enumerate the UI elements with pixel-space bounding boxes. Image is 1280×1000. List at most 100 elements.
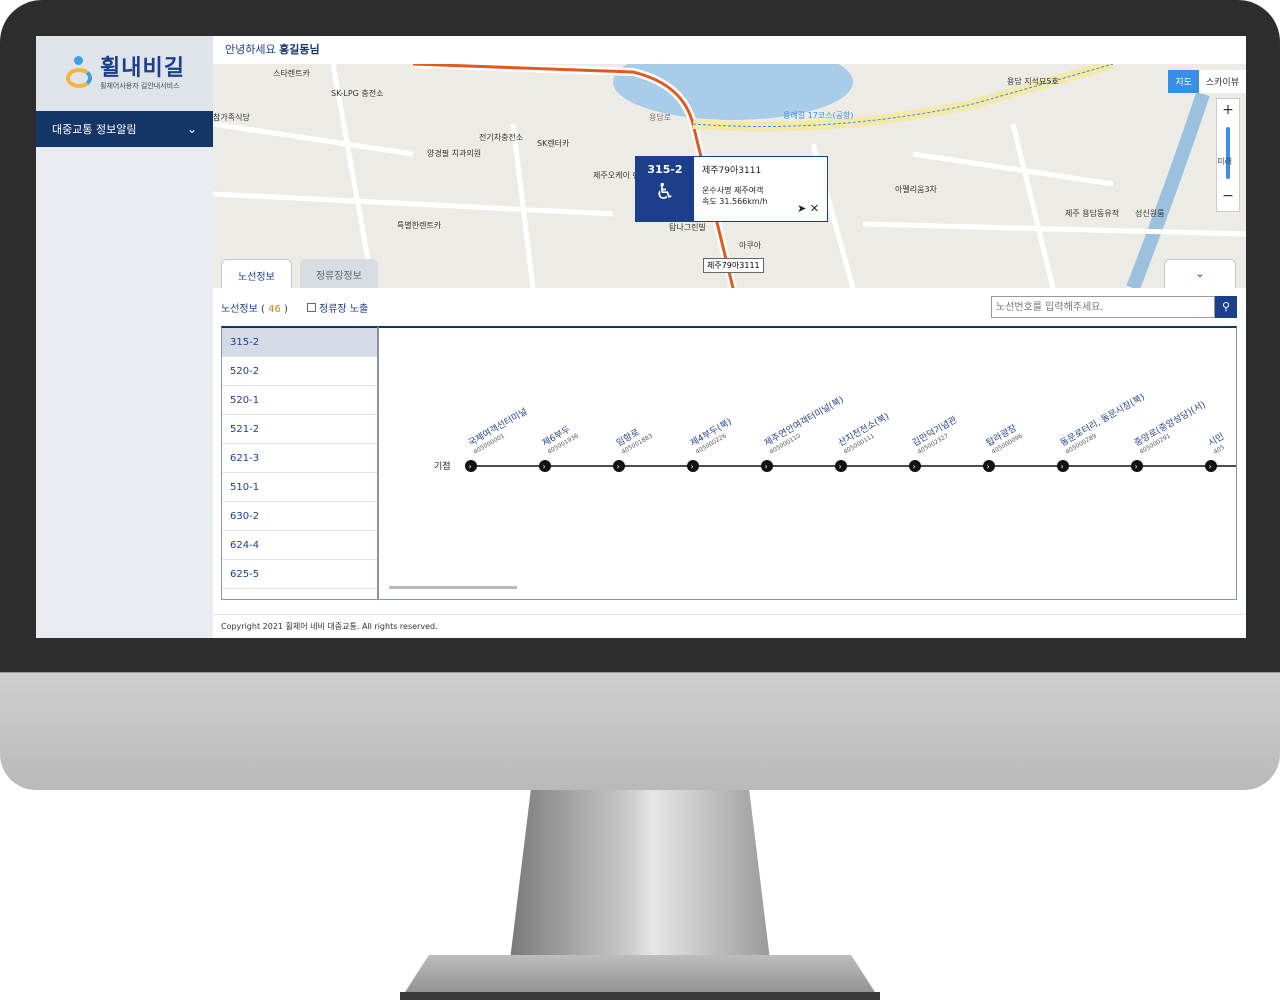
route-count: 46 — [268, 304, 281, 315]
chevron-down-icon: ⌄ — [186, 122, 197, 136]
stop-name: 제주연안여객터미널(북) — [762, 393, 846, 448]
logo-title: 휠내비길 — [100, 55, 185, 81]
arrow-right-icon: › — [1135, 462, 1138, 471]
map-label: 용담 지석묘5호 — [1007, 77, 1059, 86]
arrow-right-icon: › — [1209, 462, 1212, 471]
map-label: SK-LPG 충전소 — [331, 89, 384, 98]
zoom-slider[interactable] — [1226, 127, 1230, 179]
arrow-right-icon: › — [469, 462, 472, 471]
arrow-right-icon: › — [839, 462, 842, 471]
map-toggle-map[interactable]: 지도 — [1168, 70, 1199, 93]
map-label: 양경필 치과의원 — [427, 149, 482, 158]
route-list: 315-2 520-2 520-1 521-2 621-3 510-1 630-2 624-4… — [221, 326, 378, 600]
monitor-foot — [400, 992, 880, 1000]
zoom-in-button[interactable]: + — [1217, 99, 1239, 121]
map-label: 성신원룸 — [1135, 209, 1165, 218]
footer: Copyright 2021 휠체어 네비 대중교통. All rights r… — [213, 614, 1246, 638]
arrow-right-icon: › — [765, 462, 768, 471]
map-label: SK렌터카 — [537, 139, 570, 148]
map-toggle-skyview[interactable]: 스카이뷰 — [1198, 70, 1246, 93]
map-label: 아펠리움3차 — [895, 185, 937, 194]
start-label: 기점 — [434, 460, 451, 472]
map-label: 참가족식당 — [213, 113, 250, 122]
sidebar-item-label: 대중교통 정보알림 — [52, 123, 137, 136]
map-label: 용담로 — [649, 113, 672, 122]
arrow-right-icon: › — [543, 462, 546, 471]
main-content: 안녕하세요 홍길동님 스타렌트카 SK-LPG 충전소 참가족식당 전기차충전소… — [213, 36, 1246, 638]
arrow-right-icon: › — [913, 462, 916, 471]
stop-node[interactable]: ›김만덕기념관405002327 — [909, 414, 963, 472]
stop-node[interactable]: ›제주연안여객터미널(북)405000110 — [761, 393, 850, 472]
stop-node[interactable]: ›임항로405001883 — [613, 421, 654, 472]
stop-node[interactable]: ›제4부두(북)405000226 — [687, 416, 738, 472]
user-name: 홍길동님 — [279, 43, 320, 56]
tab-route-info[interactable]: 노선정보 — [221, 259, 292, 291]
route-list-item[interactable]: 520-1 — [222, 386, 377, 415]
checkbox-icon[interactable] — [307, 303, 316, 312]
route-list-item[interactable]: 624-4 — [222, 531, 377, 560]
logo[interactable]: 휠내비길 휠체어사용자 길안내서비스 — [36, 36, 213, 111]
map-label: 아쿠아 — [739, 241, 762, 250]
stop-node[interactable]: ›중앙로(중앙성당)(서)405000291 — [1131, 398, 1212, 472]
route-search: ⚲ — [991, 296, 1237, 318]
search-input[interactable] — [991, 296, 1215, 318]
stop-toggle-label: 정류장 노출 — [319, 304, 369, 315]
popup-plate: 제주79아3111 — [702, 166, 762, 176]
locate-icon[interactable]: ➤ — [797, 202, 806, 215]
wheelchair-icon: ♿ — [655, 180, 675, 205]
sidebar: 휠내비길 휠체어사용자 길안내서비스 대중교통 정보알림 ⌄ — [36, 36, 213, 638]
route-panel: 노선정보 ( 46 ) 정류장 노출 ⚲ 315-2520-2520-1521-… — [213, 288, 1246, 610]
zoom-out-button[interactable]: − — [1217, 185, 1239, 207]
map-label: 제주 용담동유적 — [1065, 209, 1120, 218]
popup-route-number: 315-2 — [647, 163, 683, 176]
route-diagram: 기점 › 국제여객선터미널 405000001 › 제6부두 405001936 › 임항로 40… — [378, 326, 1237, 600]
greeting-text: 안녕하세요 — [225, 43, 276, 56]
stop-node[interactable]: ›제6부두405001936 — [539, 422, 580, 472]
route-list-item[interactable]: 621-3 — [222, 444, 377, 473]
stop-node[interactable]: ›국제여객선터미널405000001 — [465, 405, 533, 472]
map[interactable]: 스타렌트카 SK-LPG 충전소 참가족식당 전기차충전소 SK렌터카 양경필 … — [213, 64, 1246, 288]
search-icon[interactable]: ⚲ — [1215, 296, 1237, 318]
route-list-item[interactable]: 625-5 — [222, 560, 377, 589]
screen: 휠내비길 휠체어사용자 길안내서비스 대중교통 정보알림 ⌄ 안녕하세요 홍길동… — [36, 36, 1246, 638]
tab-stop-info[interactable]: 정류장정보 — [299, 259, 378, 291]
wheelchair-logo-icon — [64, 54, 96, 94]
panel-title: 노선정보 ( 46 ) — [221, 304, 288, 315]
route-list-item[interactable]: 630-2 — [222, 502, 377, 531]
stop-display-checkbox[interactable]: 정류장 노출 — [307, 300, 368, 315]
map-label: 특별한렌트카 — [397, 221, 442, 230]
bus-info-popup: 315-2 ♿ 제주79아3111 운수사명 제주여객 속도 31.566km/… — [635, 156, 828, 222]
horizontal-scrollbar[interactable] — [389, 586, 517, 589]
sidebar-item-transit-info[interactable]: 대중교통 정보알림 ⌄ — [36, 111, 213, 147]
arrow-right-icon: › — [691, 462, 694, 471]
map-label: 용례길 17코스(공항) — [783, 111, 854, 120]
map-label: 전기차충전소 — [479, 133, 524, 142]
route-list-item[interactable]: 520-2 — [222, 357, 377, 386]
arrow-right-icon: › — [987, 462, 990, 471]
greeting: 안녕하세요 홍길동님 — [213, 36, 1246, 64]
panel-title-text: 노선정보 — [221, 304, 258, 315]
zoom-control: + − — [1216, 98, 1240, 212]
stop-node[interactable]: ›탑라광장405000096 — [983, 421, 1024, 472]
monitor-chin — [0, 672, 1280, 790]
map-label: 탐나그린빌 — [669, 223, 706, 232]
zoom-level-label: 미래 — [1217, 157, 1232, 166]
route-diagram-canvas: 기점 ›국제여객선터미널405000001›제6부두405001936 ›임항로40… — [434, 392, 1236, 472]
stop-node[interactable]: ›동문로터리, 동문시장(북)405000289 — [1057, 392, 1151, 472]
popup-driver: 운수사명 제주여객 — [702, 186, 764, 195]
bus-marker-label[interactable]: 제주79아3111 — [703, 258, 764, 273]
collapse-panel-button[interactable]: ⌄ — [1164, 259, 1236, 289]
stop-name: 중앙로(중앙성당)(서) — [1132, 398, 1208, 449]
arrow-right-icon: › — [617, 462, 620, 471]
route-list-item[interactable]: 521-2 — [222, 415, 377, 444]
logo-subtitle: 휠체어사용자 길안내서비스 — [100, 81, 180, 90]
route-list-item[interactable]: 510-1 — [222, 473, 377, 502]
arrow-right-icon: › — [1061, 462, 1064, 471]
close-icon[interactable]: ✕ — [810, 202, 819, 215]
map-type-toggle: 지도 스카이뷰 — [1168, 70, 1246, 93]
stop-node[interactable]: ›산지천전소(북)405000111 — [835, 411, 895, 472]
map-label: 스타렌트카 — [273, 69, 310, 78]
route-list-item[interactable]: 315-2 — [222, 328, 377, 357]
tab-bar: 노선정보 정류장정보 — [221, 259, 378, 291]
route-list-item[interactable]: 645-6 — [222, 589, 377, 599]
